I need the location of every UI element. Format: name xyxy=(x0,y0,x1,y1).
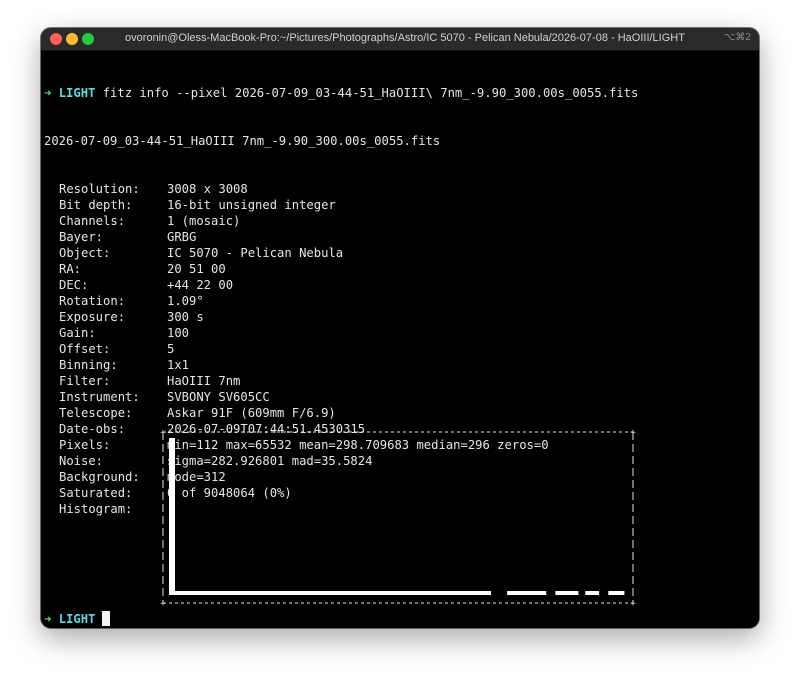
histogram-bar xyxy=(169,438,175,595)
info-row: Channels: 1 (mosaic) xyxy=(44,213,756,229)
output-filename: 2026-07-09_03-44-51_HaOIII 7nm_-9.90_300… xyxy=(44,134,441,148)
histogram-bar xyxy=(608,591,625,595)
info-label: Rotation: xyxy=(59,294,126,308)
info-row: Offset: 5 xyxy=(44,341,756,357)
info-label: Instrument: xyxy=(59,390,140,404)
prompt-arrow-icon: ➜ xyxy=(44,86,52,100)
info-row: Gain: 100 xyxy=(44,325,756,341)
info-value: 1x1 xyxy=(167,358,190,372)
info-value: 5 xyxy=(167,342,175,356)
histogram-frame: + + + + xyxy=(160,428,636,608)
histogram-bar xyxy=(169,591,491,595)
minimize-button[interactable] xyxy=(66,33,78,45)
info-label: Gain: xyxy=(59,326,96,340)
info-row: Exposure: 300 s xyxy=(44,309,756,325)
active-prompt[interactable]: ➜ LIGHT xyxy=(44,611,111,627)
info-row: Bayer: GRBG xyxy=(44,229,756,245)
info-row: Binning: 1x1 xyxy=(44,357,756,373)
info-value: 16-bit unsigned integer xyxy=(167,198,336,212)
histogram-bars xyxy=(169,438,625,595)
window-title: ovoronin@Oless-MacBook-Pro:~/Pictures/Ph… xyxy=(125,32,685,44)
histogram-bar xyxy=(555,591,579,595)
info-label: Histogram: xyxy=(59,502,133,516)
info-value: +44 22 00 xyxy=(167,278,234,292)
info-row: Telescope: Askar 91F (609mm F/6.9) xyxy=(44,405,756,421)
histogram-chart: + + + + xyxy=(160,428,636,608)
histogram-corner: + xyxy=(160,428,166,438)
histogram-bar xyxy=(507,591,547,595)
text-cursor xyxy=(102,611,111,626)
info-value: 100 xyxy=(167,326,190,340)
title-bar[interactable]: ovoronin@Oless-MacBook-Pro:~/Pictures/Ph… xyxy=(41,28,759,51)
info-row: Object: IC 5070 - Pelican Nebula xyxy=(44,245,756,261)
prompt-directory: LIGHT xyxy=(58,612,96,626)
info-value: 1.09° xyxy=(167,294,204,308)
histogram-corner: + xyxy=(630,599,636,608)
info-label: DEC: xyxy=(59,278,89,292)
info-value: GRBG xyxy=(167,230,197,244)
info-label: Telescope: xyxy=(59,406,133,420)
info-value: SVBONY SV605CC xyxy=(167,390,270,404)
info-label: Pixels: xyxy=(59,438,111,452)
command-text: fitz info --pixel 2026-07-09_03-44-51_Ha… xyxy=(102,86,639,100)
info-label: Filter: xyxy=(59,374,111,388)
info-value: 3008 x 3008 xyxy=(167,182,248,196)
info-row: Rotation: 1.09° xyxy=(44,293,756,309)
info-label: Object: xyxy=(59,246,111,260)
info-label: Noise: xyxy=(59,454,104,468)
info-label: Bayer: xyxy=(59,230,104,244)
info-label: Offset: xyxy=(59,342,111,356)
info-value: IC 5070 - Pelican Nebula xyxy=(167,246,344,260)
info-row: RA: 20 51 00 xyxy=(44,261,756,277)
prompt-directory: LIGHT xyxy=(58,86,96,100)
info-label: Exposure: xyxy=(59,310,126,324)
terminal-window: ovoronin@Oless-MacBook-Pro:~/Pictures/Ph… xyxy=(41,28,759,628)
info-label: Date-obs: xyxy=(59,422,126,436)
prompt-arrow-icon: ➜ xyxy=(44,612,52,626)
window-shortcut: ⌥⌘2 xyxy=(723,32,751,43)
info-row: Resolution: 3008 x 3008 xyxy=(44,181,756,197)
info-label: Resolution: xyxy=(59,182,140,196)
command-line: ➜ LIGHT fitz info --pixel 2026-07-09_03-… xyxy=(44,85,756,101)
info-value: 300 s xyxy=(167,310,204,324)
info-value: 1 (mosaic) xyxy=(167,214,241,228)
info-value: HaOIII 7nm xyxy=(167,374,241,388)
info-row: Filter: HaOIII 7nm xyxy=(44,373,756,389)
info-value: 20 51 00 xyxy=(167,262,226,276)
info-label: Bit depth: xyxy=(59,198,133,212)
info-label: Saturated: xyxy=(59,486,133,500)
info-row: Bit depth: 16-bit unsigned integer xyxy=(44,197,756,213)
histogram-corner: + xyxy=(160,599,166,608)
info-label: Binning: xyxy=(59,358,118,372)
info-row: Instrument: SVBONY SV605CC xyxy=(44,389,756,405)
close-button[interactable] xyxy=(50,33,62,45)
histogram-bar xyxy=(585,591,600,595)
histogram-corner: + xyxy=(630,428,636,438)
info-label: Channels: xyxy=(59,214,126,228)
zoom-button[interactable] xyxy=(82,33,94,45)
info-value: Askar 91F (609mm F/6.9) xyxy=(167,406,336,420)
info-row: DEC: +44 22 00 xyxy=(44,277,756,293)
info-label: RA: xyxy=(59,262,82,276)
info-label: Background: xyxy=(59,470,140,484)
